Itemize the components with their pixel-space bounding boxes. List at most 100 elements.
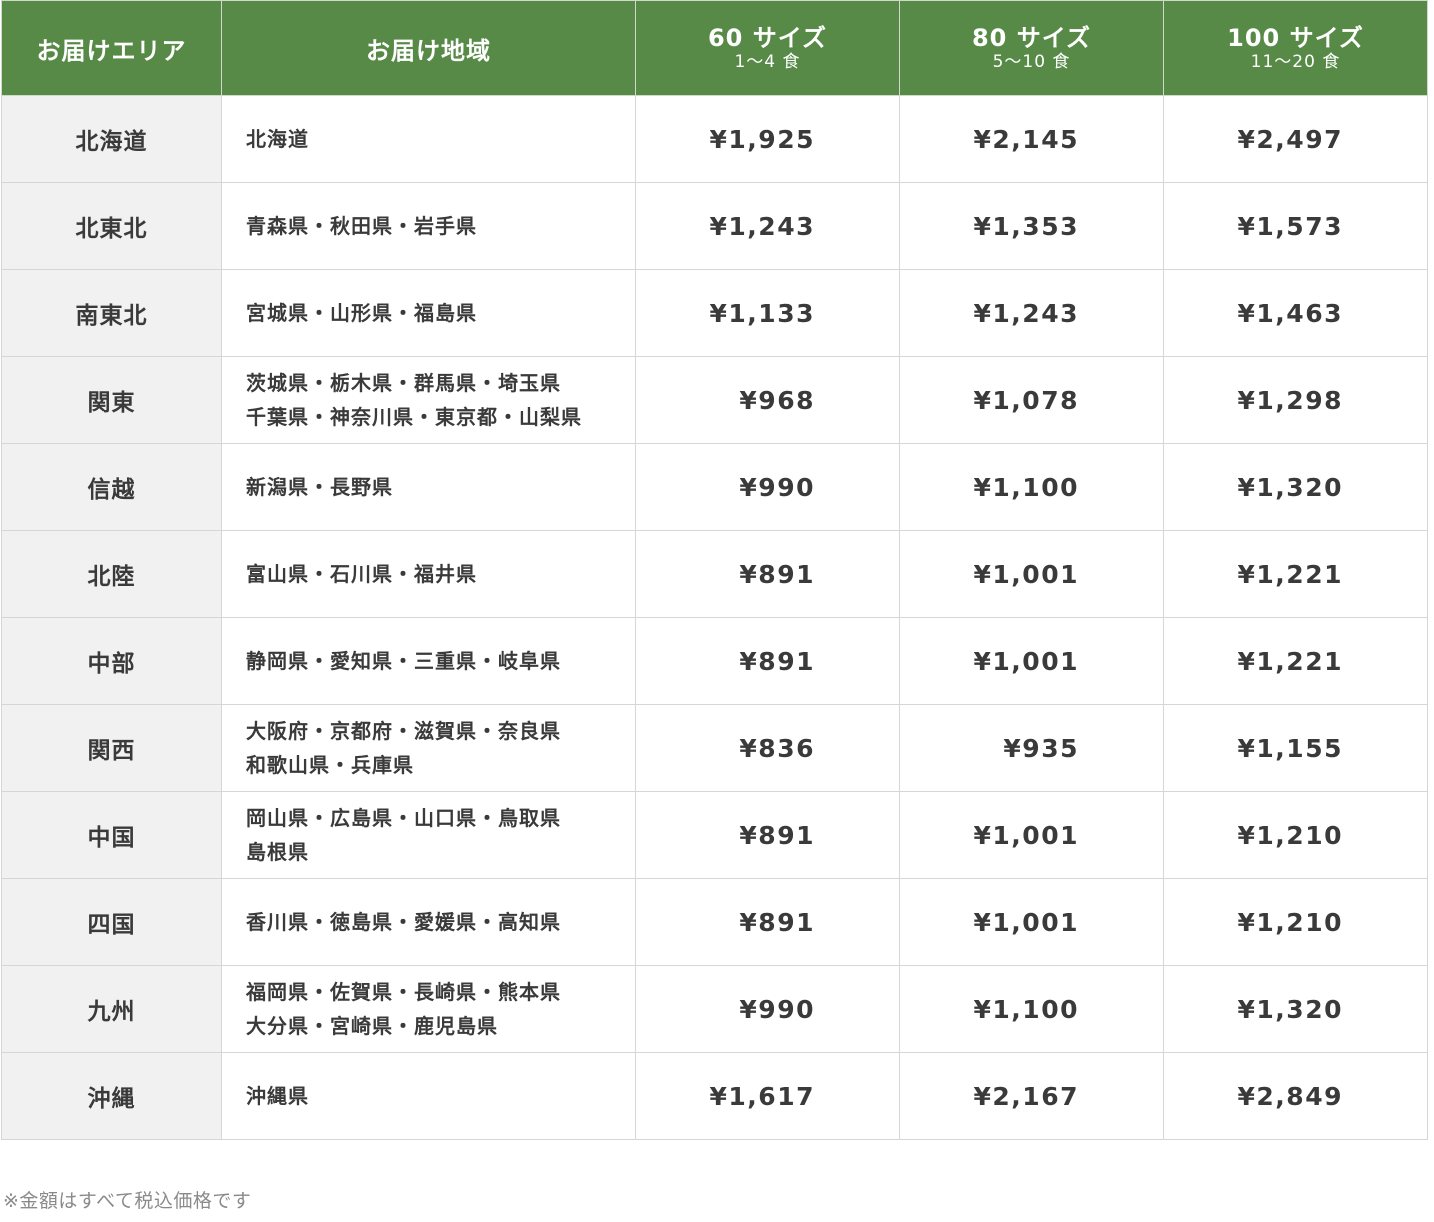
area-cell: 北東北 (1, 182, 222, 270)
price-cell-80: ¥1,100 (899, 965, 1164, 1053)
header-area-label: お届けエリア (36, 36, 187, 65)
area-cell: 関西 (1, 704, 222, 792)
region-cell: 青森県・秋田県・岩手県 (221, 182, 636, 270)
price-cell-100: ¥1,573 (1163, 182, 1428, 270)
price-cell-80: ¥1,001 (899, 530, 1164, 618)
region-line: 富山県・石川県・福井県 (246, 562, 477, 586)
region-line: 茨城県・栃木県・群馬県・埼玉県 (246, 371, 561, 395)
header-size-100-label: 100 サイズ (1227, 24, 1364, 52)
region-line: 岡山県・広島県・山口県・鳥取県 (246, 806, 561, 830)
region-line: 和歌山県・兵庫県 (246, 753, 414, 777)
price-cell-60: ¥836 (635, 704, 900, 792)
region-line: 沖縄県 (246, 1084, 309, 1108)
price-cell-80: ¥1,243 (899, 269, 1164, 357)
table-row: 沖縄 沖縄県 ¥1,617 ¥2,167 ¥2,849 (1, 1052, 1428, 1140)
table-row: 中国 岡山県・広島県・山口県・鳥取県 島根県 ¥891 ¥1,001 ¥1,210 (1, 791, 1428, 879)
header-size-100-sub: 11～20 食 (1250, 52, 1341, 72)
tax-footnote: ※金額はすべて税込価格です (3, 1190, 252, 1212)
header-region: お届け地域 (221, 0, 636, 96)
region-line: 千葉県・神奈川県・東京都・山梨県 (246, 405, 582, 429)
region-line: 静岡県・愛知県・三重県・岐阜県 (246, 649, 561, 673)
price-cell-80: ¥1,078 (899, 356, 1164, 444)
header-size-80-sub: 5～10 食 (992, 52, 1071, 72)
price-cell-80: ¥1,001 (899, 791, 1164, 879)
price-cell-60: ¥968 (635, 356, 900, 444)
table-row: 四国 香川県・徳島県・愛媛県・高知県 ¥891 ¥1,001 ¥1,210 (1, 878, 1428, 966)
region-cell: 大阪府・京都府・滋賀県・奈良県 和歌山県・兵庫県 (221, 704, 636, 792)
price-cell-60: ¥891 (635, 530, 900, 618)
region-cell: 福岡県・佐賀県・長崎県・熊本県 大分県・宮崎県・鹿児島県 (221, 965, 636, 1053)
price-cell-80: ¥2,145 (899, 95, 1164, 183)
region-line: 島根県 (246, 840, 309, 864)
region-line: 宮城県・山形県・福島県 (246, 301, 477, 325)
table-row: 北陸 富山県・石川県・福井県 ¥891 ¥1,001 ¥1,221 (1, 530, 1428, 618)
table-row: 北海道 北海道 ¥1,925 ¥2,145 ¥2,497 (1, 95, 1428, 183)
price-cell-60: ¥1,617 (635, 1052, 900, 1140)
table-row: 中部 静岡県・愛知県・三重県・岐阜県 ¥891 ¥1,001 ¥1,221 (1, 617, 1428, 705)
shipping-fee-table: お届けエリア お届け地域 60 サイズ 1～4 食 80 サイズ 5～10 食 … (1, 0, 1428, 1140)
price-cell-100: ¥1,320 (1163, 965, 1428, 1053)
region-cell: 沖縄県 (221, 1052, 636, 1140)
price-cell-100: ¥1,320 (1163, 443, 1428, 531)
region-cell: 富山県・石川県・福井県 (221, 530, 636, 618)
price-cell-100: ¥1,210 (1163, 878, 1428, 966)
header-size-80-label: 80 サイズ (971, 24, 1092, 52)
price-cell-100: ¥1,463 (1163, 269, 1428, 357)
area-cell: 中部 (1, 617, 222, 705)
region-line: 香川県・徳島県・愛媛県・高知県 (246, 910, 561, 934)
price-cell-100: ¥1,221 (1163, 617, 1428, 705)
region-cell: 北海道 (221, 95, 636, 183)
price-cell-80: ¥1,353 (899, 182, 1164, 270)
price-cell-100: ¥2,497 (1163, 95, 1428, 183)
table-row: 関東 茨城県・栃木県・群馬県・埼玉県 千葉県・神奈川県・東京都・山梨県 ¥968 ¥1,… (1, 356, 1428, 444)
price-cell-60: ¥990 (635, 443, 900, 531)
area-cell: 関東 (1, 356, 222, 444)
header-size-60: 60 サイズ 1～4 食 (635, 0, 900, 96)
price-cell-60: ¥891 (635, 617, 900, 705)
region-cell: 宮城県・山形県・福島県 (221, 269, 636, 357)
area-cell: 四国 (1, 878, 222, 966)
price-cell-60: ¥891 (635, 791, 900, 879)
price-cell-60: ¥891 (635, 878, 900, 966)
region-line: 福岡県・佐賀県・長崎県・熊本県 (246, 980, 561, 1004)
region-line: 大分県・宮崎県・鹿児島県 (246, 1014, 498, 1038)
table-row: 関西 大阪府・京都府・滋賀県・奈良県 和歌山県・兵庫県 ¥836 ¥935 ¥1,155 (1, 704, 1428, 792)
price-cell-100: ¥1,221 (1163, 530, 1428, 618)
price-cell-80: ¥1,001 (899, 878, 1164, 966)
price-cell-100: ¥1,298 (1163, 356, 1428, 444)
header-region-label: お届け地域 (366, 36, 491, 65)
price-cell-80: ¥935 (899, 704, 1164, 792)
region-cell: 新潟県・長野県 (221, 443, 636, 531)
table-body: 北海道 北海道 ¥1,925 ¥2,145 ¥2,497 北東北 青森県・秋田県・岩手県 ¥1… (1, 95, 1428, 1140)
header-size-100: 100 サイズ 11～20 食 (1163, 0, 1428, 96)
price-cell-100: ¥1,155 (1163, 704, 1428, 792)
region-cell: 茨城県・栃木県・群馬県・埼玉県 千葉県・神奈川県・東京都・山梨県 (221, 356, 636, 444)
area-cell: 九州 (1, 965, 222, 1053)
table-row: 北東北 青森県・秋田県・岩手県 ¥1,243 ¥1,353 ¥1,573 (1, 182, 1428, 270)
area-cell: 沖縄 (1, 1052, 222, 1140)
region-line: 青森県・秋田県・岩手県 (246, 214, 477, 238)
area-cell: 中国 (1, 791, 222, 879)
region-line: 北海道 (246, 127, 309, 151)
price-cell-60: ¥1,243 (635, 182, 900, 270)
area-cell: 北陸 (1, 530, 222, 618)
header-area: お届けエリア (1, 0, 222, 96)
region-line: 新潟県・長野県 (246, 475, 393, 499)
region-cell: 静岡県・愛知県・三重県・岐阜県 (221, 617, 636, 705)
price-cell-100: ¥2,849 (1163, 1052, 1428, 1140)
header-size-60-sub: 1～4 食 (734, 52, 801, 72)
table-header-row: お届けエリア お届け地域 60 サイズ 1～4 食 80 サイズ 5～10 食 … (1, 0, 1428, 96)
area-cell: 北海道 (1, 95, 222, 183)
region-line: 大阪府・京都府・滋賀県・奈良県 (246, 719, 561, 743)
region-cell: 岡山県・広島県・山口県・鳥取県 島根県 (221, 791, 636, 879)
price-cell-60: ¥990 (635, 965, 900, 1053)
area-cell: 信越 (1, 443, 222, 531)
region-cell: 香川県・徳島県・愛媛県・高知県 (221, 878, 636, 966)
table-header: お届けエリア お届け地域 60 サイズ 1～4 食 80 サイズ 5～10 食 … (1, 0, 1428, 96)
price-cell-100: ¥1,210 (1163, 791, 1428, 879)
header-size-80: 80 サイズ 5～10 食 (899, 0, 1164, 96)
price-cell-60: ¥1,133 (635, 269, 900, 357)
price-cell-80: ¥1,001 (899, 617, 1164, 705)
area-cell: 南東北 (1, 269, 222, 357)
header-size-60-label: 60 サイズ (707, 24, 828, 52)
